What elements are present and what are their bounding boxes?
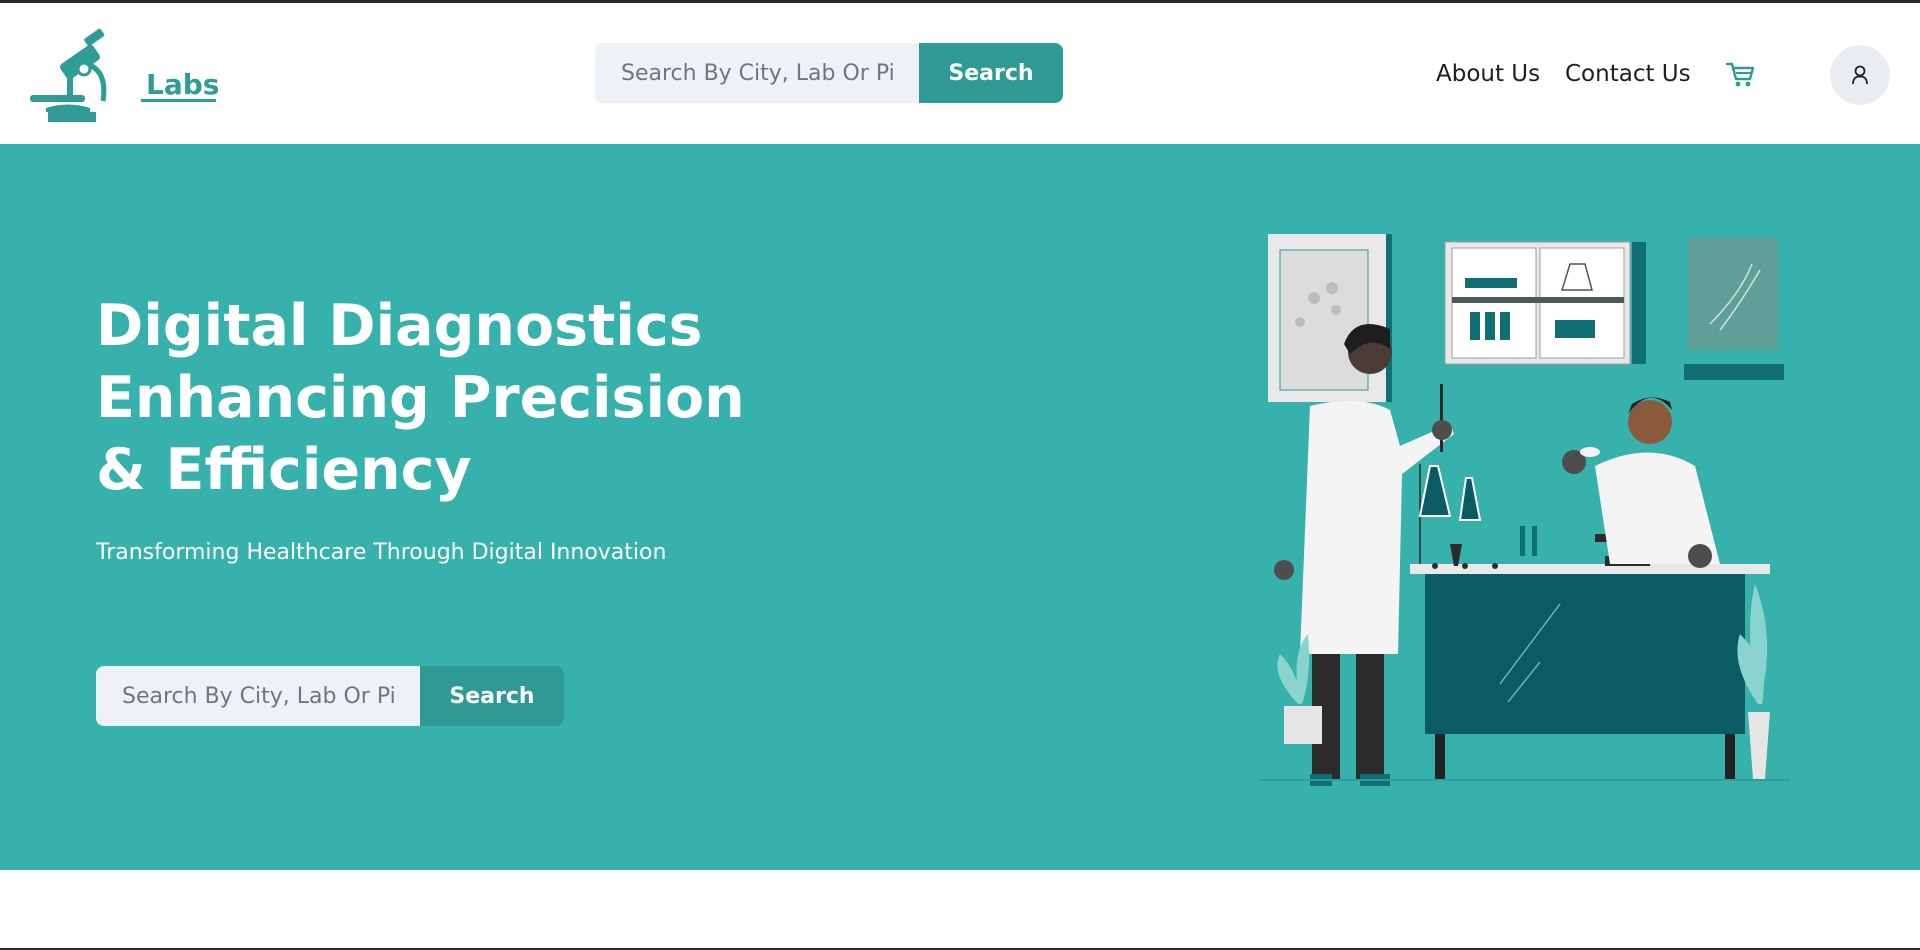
- hero-subtitle: Transforming Healthcare Through Digital …: [96, 540, 667, 565]
- logo[interactable]: Labs: [28, 23, 219, 127]
- hero-search-input[interactable]: [96, 666, 420, 726]
- hero-search-button[interactable]: Search: [420, 666, 564, 726]
- hero-title-line-3: & Efficiency: [96, 437, 472, 503]
- hero-title: Digital Diagnostics Enhancing Precision …: [96, 290, 796, 506]
- hero-title-line-1: Digital Diagnostics: [96, 293, 703, 359]
- hero-title-line-2: Enhancing Precision: [96, 365, 745, 431]
- nav-about-us[interactable]: About Us: [1436, 61, 1540, 87]
- cart-icon[interactable]: [1725, 61, 1755, 89]
- lab-scientists-illustration: [1260, 234, 1790, 786]
- page-content-start: [0, 870, 1920, 950]
- hero-search: Search: [96, 666, 564, 726]
- header-search: Search: [595, 43, 1063, 103]
- header-search-input[interactable]: [595, 43, 919, 103]
- user-icon: [1852, 65, 1868, 85]
- nav-contact-us[interactable]: Contact Us: [1565, 61, 1691, 87]
- hero-section: Digital Diagnostics Enhancing Precision …: [0, 144, 1920, 870]
- header-search-button[interactable]: Search: [919, 43, 1063, 103]
- profile-button[interactable]: [1830, 45, 1890, 105]
- site-header: Labs Search About Us Contact Us: [0, 3, 1920, 144]
- logo-text: Labs: [146, 68, 220, 101]
- logo-underline: [141, 99, 216, 102]
